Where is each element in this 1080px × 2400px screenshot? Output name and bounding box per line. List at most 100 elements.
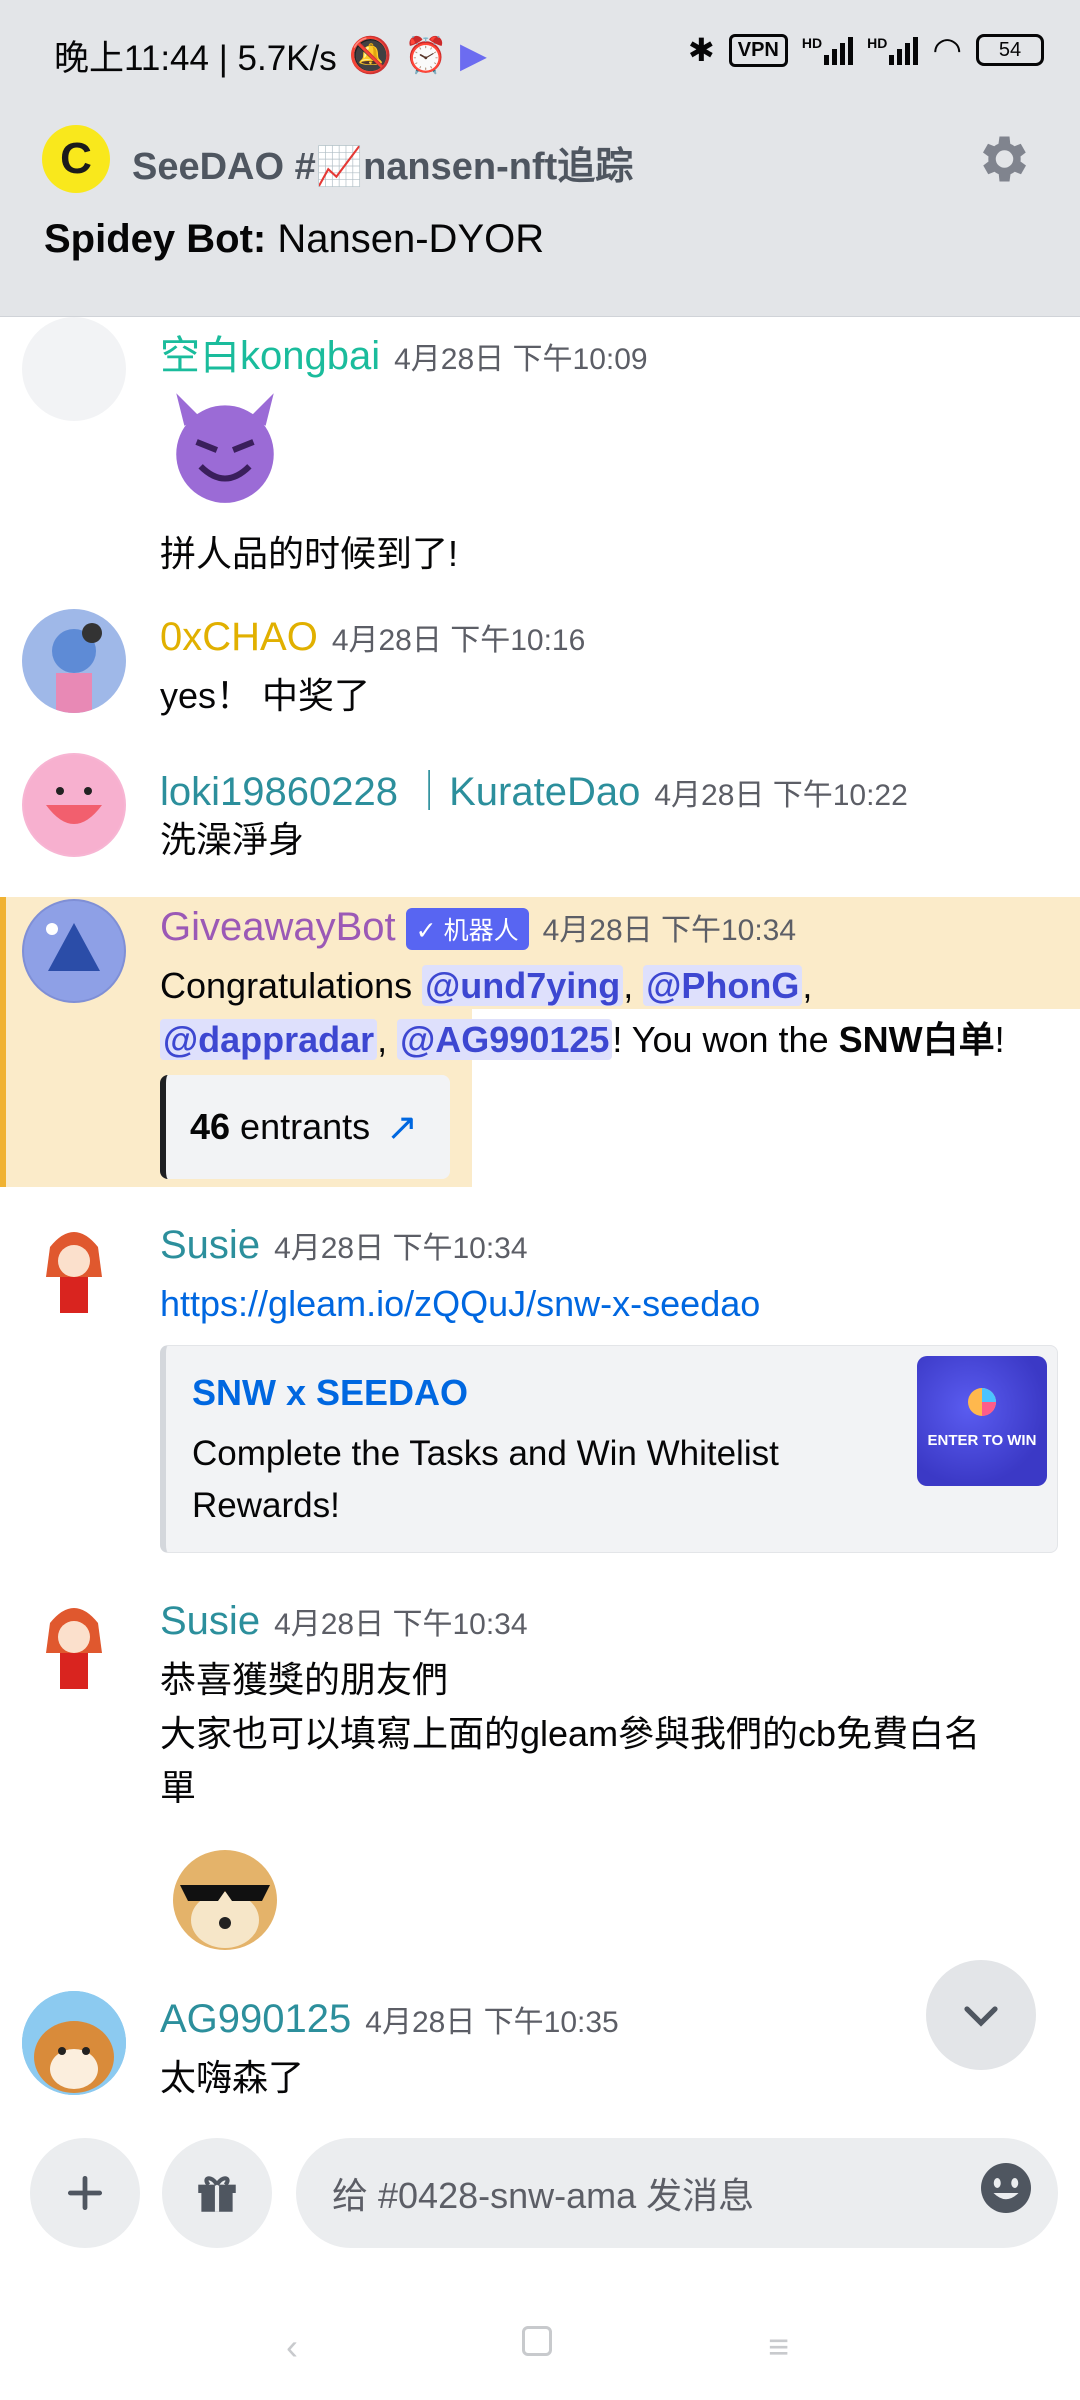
timestamp: 4月28日 下午10:35	[365, 2006, 619, 2039]
link-embed[interactable]: SNW x SEEDAO Complete the Tasks and Win …	[160, 1345, 1058, 1553]
mention-link[interactable]: @AG990125	[397, 1019, 613, 1060]
smiling-imp-emoji-icon	[176, 393, 274, 503]
shiba-avatar-icon	[22, 1991, 126, 2095]
gift-button[interactable]	[162, 2138, 272, 2248]
mention-link[interactable]: @PhonG	[643, 965, 803, 1006]
message-header: Susie 4月28日 下午10:34	[160, 1599, 528, 1644]
avatar[interactable]	[22, 317, 126, 421]
message-text: 洗澡淨身	[160, 819, 305, 860]
gift-icon	[198, 2176, 236, 2212]
battery-icon: 54	[976, 34, 1044, 66]
status-left: 晚上11:44 | 5.7K/s 🔕 ⏰ ▶	[54, 30, 487, 81]
highlight-bar	[0, 897, 6, 1187]
avatar[interactable]	[22, 899, 126, 1003]
jump-to-bottom-button[interactable]	[926, 1960, 1036, 2070]
message-header: Susie 4月28日 下午10:34	[160, 1223, 528, 1268]
avatar[interactable]	[22, 753, 126, 857]
signal-icon-2: HD	[867, 35, 919, 65]
bot-tag: ✓ 机器人	[405, 908, 529, 951]
status-right: ✱ VPN HD HD ◠ 54	[688, 30, 1044, 70]
signal-icon-1: HD	[801, 35, 854, 65]
status-bar: 晚上11:44 | 5.7K/s 🔕 ⏰ ▶ ✱ VPN HD HD ◠ 54	[0, 0, 1080, 105]
username[interactable]: Susie	[160, 1223, 260, 1267]
embed-thumb-label: ENTER TO WIN	[927, 1432, 1037, 1449]
message-header: GiveawayBot ✓ 机器人 4月28日 下午10:34	[160, 905, 797, 951]
hd-label-2: HD	[867, 35, 888, 51]
avatar[interactable]	[22, 1593, 126, 1697]
username[interactable]: GiveawayBot	[160, 905, 396, 949]
message-header: loki19860228 ｜KurateDao 4月28日 下午10:22	[160, 759, 908, 817]
timestamp: 4月28日 下午10:16	[331, 624, 586, 657]
settings-gear-icon[interactable]	[972, 129, 1032, 189]
username[interactable]: Susie	[160, 1599, 260, 1643]
wifi-icon: ◠	[932, 31, 962, 69]
nav-menu-icon[interactable]: ≡	[768, 2326, 789, 2368]
hd-label-1: HD	[801, 35, 823, 51]
embed-description: Complete the Tasks and Win Whitelist Rew…	[192, 1434, 779, 1525]
add-attachment-button[interactable]	[30, 2138, 140, 2248]
mention-link[interactable]: @dappradar	[160, 1019, 378, 1060]
timestamp: 4月28日 下午10:34	[274, 1232, 528, 1265]
username[interactable]: 0xCHAO	[160, 615, 318, 659]
message-list[interactable]: 空白kongbai 4月28日 下午10:09 拼人品的时候到了! 0xCHAO 4…	[0, 317, 1080, 2117]
message-header: 0xCHAO 4月28日 下午10:16	[160, 615, 585, 660]
message-text: 拼人品的时候到了!	[160, 533, 459, 574]
entrants-button[interactable]: 46 entrants ↗	[160, 1075, 450, 1179]
avatar[interactable]	[22, 1991, 126, 2095]
message-line: 大家也可以填寫上面的gleam參與我們的cb免費白名	[160, 1713, 981, 1754]
username[interactable]: loki19860228 ｜KurateDao	[160, 770, 640, 814]
timestamp: 4月28日 下午10:34	[542, 914, 797, 947]
message-text: Congratulations @und7ying, @PhonG, @dapp…	[160, 965, 1005, 1060]
mention-link[interactable]: @und7ying	[422, 965, 624, 1006]
message-line: 恭喜獲獎的朋友們	[160, 1659, 449, 1700]
plus-icon	[67, 2175, 103, 2211]
message-text: 恭喜獲獎的朋友們 大家也可以填寫上面的gleam參與我們的cb免費白名 單	[160, 1653, 980, 1815]
username[interactable]: 空白kongbai	[160, 334, 380, 378]
status-time: 晚上11:44 | 5.7K/s	[54, 39, 337, 78]
message-link[interactable]: https://gleam.io/zQQuJ/snw-x-seedao	[160, 1277, 760, 1331]
channel-header: C SeeDAO #📈nansen-nft追踪 Spidey Bot: Nans…	[0, 105, 1080, 317]
entrants-count: 46	[190, 1106, 231, 1147]
play-icon: ▶	[459, 35, 487, 75]
avatar-face-icon	[24, 755, 124, 855]
nav-back-icon[interactable]: ‹	[286, 2326, 298, 2368]
message-header: AG990125 4月28日 下午10:35	[160, 1997, 619, 2042]
message-input[interactable]: 给 #0428-snw-ama 发消息	[296, 2138, 1058, 2248]
chevron-down-icon	[964, 2006, 998, 2027]
entrants-label: entrants	[240, 1106, 371, 1147]
doge-sunglasses-sticker-icon[interactable]	[160, 1825, 290, 1955]
topic-text: Nansen-DYOR	[277, 217, 545, 261]
topic-author: Spidey Bot:	[44, 217, 267, 261]
nav-home-icon[interactable]	[522, 2326, 552, 2356]
system-nav-bar: ‹ ≡	[0, 2270, 1080, 2400]
message-text: 太嗨森了	[160, 2057, 305, 2098]
mute-icon: 🔕	[348, 36, 393, 75]
channel-name: #📈nansen-nft追踪	[294, 146, 634, 188]
timestamp: 4月28日 下午10:22	[654, 779, 908, 812]
message-input-placeholder: 给 #0428-snw-ama 发消息	[332, 2175, 755, 2216]
prize-text: SNW白单	[838, 1019, 995, 1060]
text-mid: ! You won the	[612, 1019, 839, 1060]
anime-avatar-icon	[46, 1608, 102, 1689]
confetti-avatar-icon	[24, 901, 124, 1001]
embed-thumbnail[interactable]: ENTER TO WIN	[917, 1356, 1047, 1486]
alarm-icon: ⏰	[404, 36, 448, 75]
server-icon[interactable]: C	[42, 125, 110, 193]
avatar-illustration-icon	[52, 623, 102, 713]
message-header: 空白kongbai 4月28日 下午10:09	[160, 323, 648, 381]
text-prefix: Congratulations	[160, 965, 423, 1006]
username[interactable]: AG990125	[160, 1997, 351, 2041]
message-composer: 给 #0428-snw-ama 发消息	[0, 2130, 1080, 2270]
avatar[interactable]	[22, 609, 126, 713]
avatar[interactable]	[22, 1217, 126, 1321]
external-arrow-icon: ↗	[386, 1106, 418, 1149]
channel-title[interactable]: SeeDAO #📈nansen-nft追踪	[132, 135, 633, 190]
emoji-picker-icon[interactable]	[976, 2158, 1036, 2218]
embed-title[interactable]: SNW x SEEDAO	[192, 1372, 468, 1414]
text-end: !	[994, 1019, 1005, 1060]
gleam-logo-icon	[968, 1388, 996, 1416]
message-line: 單	[160, 1767, 197, 1808]
message-text: yes！ 中奖了	[160, 675, 371, 716]
channel-topic[interactable]: Spidey Bot: Nansen-DYOR	[44, 217, 544, 262]
vpn-badge: VPN	[728, 33, 788, 67]
